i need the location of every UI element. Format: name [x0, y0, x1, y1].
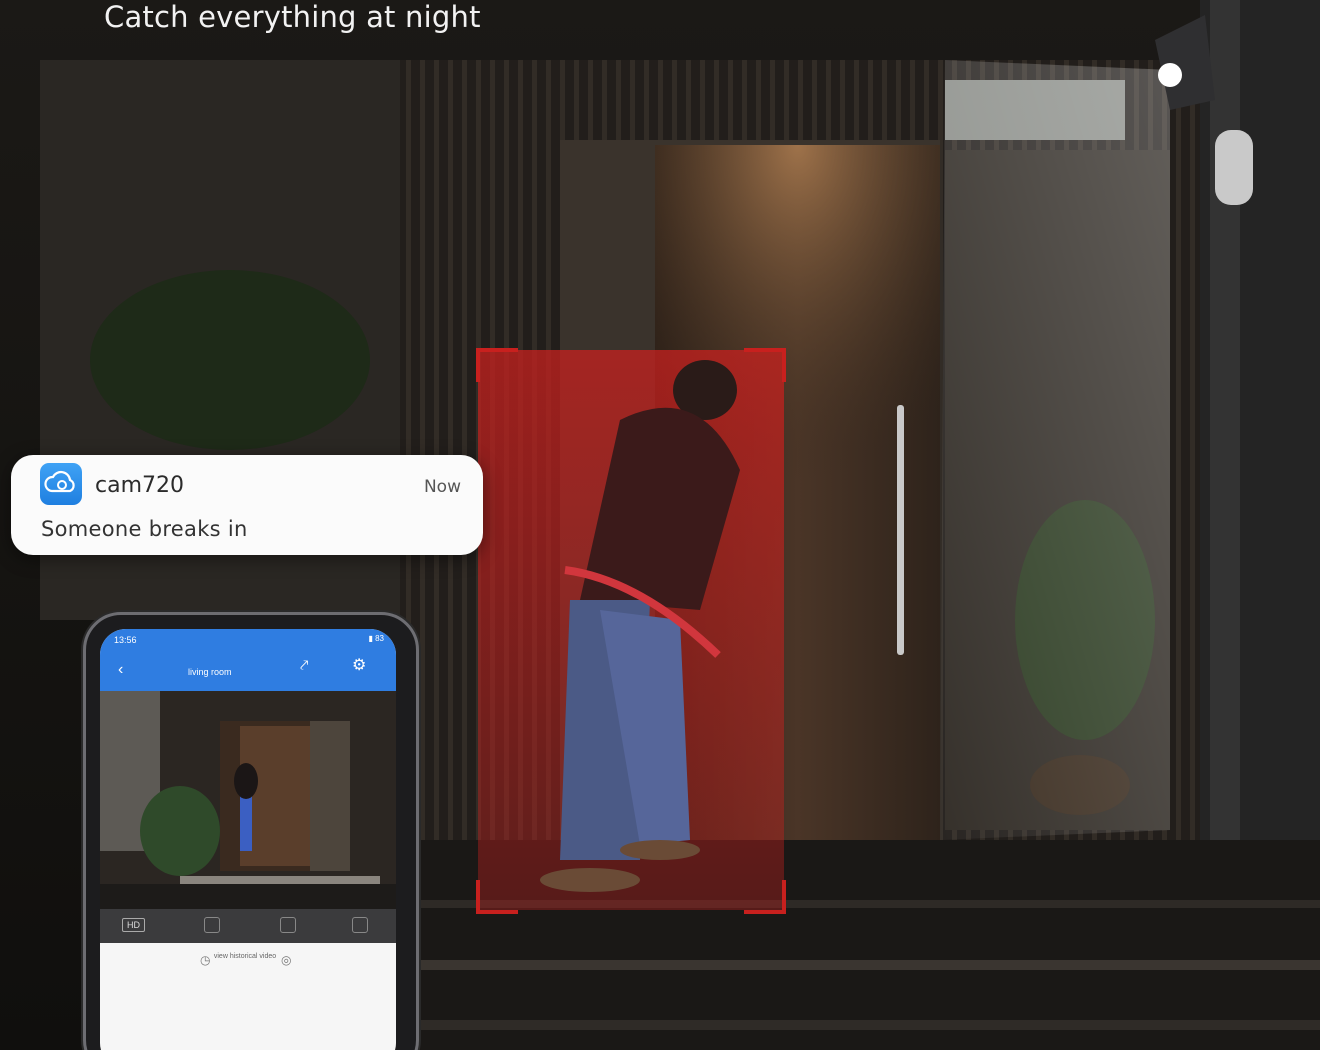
video-toolbar: HD	[100, 909, 396, 943]
status-time: 13:56	[114, 635, 137, 645]
phone-mockup: 13:56 ▮ 83 ‹ living room ⤤ ⚙ HD ◷ view h…	[83, 612, 419, 1050]
app-header: 13:56 ▮ 83 ‹ living room ⤤ ⚙	[100, 629, 396, 691]
push-notification[interactable]: cam720 Now Someone breaks in	[11, 455, 483, 555]
notification-time: Now	[423, 477, 461, 497]
headline: Catch everything at night	[104, 0, 481, 34]
fullscreen-icon[interactable]	[352, 917, 368, 933]
product-scene: Catch everything at night cam720 Now Som…	[0, 0, 1320, 1050]
status-battery: 83	[375, 634, 384, 643]
share-icon[interactable]: ⤤	[300, 657, 308, 674]
camera-name[interactable]: living room	[188, 667, 232, 677]
settings-icon[interactable]: ⚙	[352, 655, 366, 675]
phone-screen: 13:56 ▮ 83 ‹ living room ⤤ ⚙ HD ◷ view h…	[100, 629, 396, 1050]
snapshot-icon[interactable]	[204, 917, 220, 933]
live-video-feed[interactable]	[100, 691, 396, 909]
notification-app-name: cam720	[95, 473, 184, 498]
battery-icon: ▮ 83	[368, 634, 384, 643]
back-arrow-icon[interactable]: ‹	[118, 661, 123, 679]
notification-message: Someone breaks in	[41, 517, 248, 541]
quality-toggle[interactable]: HD	[122, 918, 145, 932]
record-icon[interactable]	[280, 917, 296, 933]
history-link[interactable]: view historical video	[200, 953, 290, 961]
info-icon: ◎	[281, 953, 292, 967]
cloud-camera-icon	[40, 463, 82, 505]
